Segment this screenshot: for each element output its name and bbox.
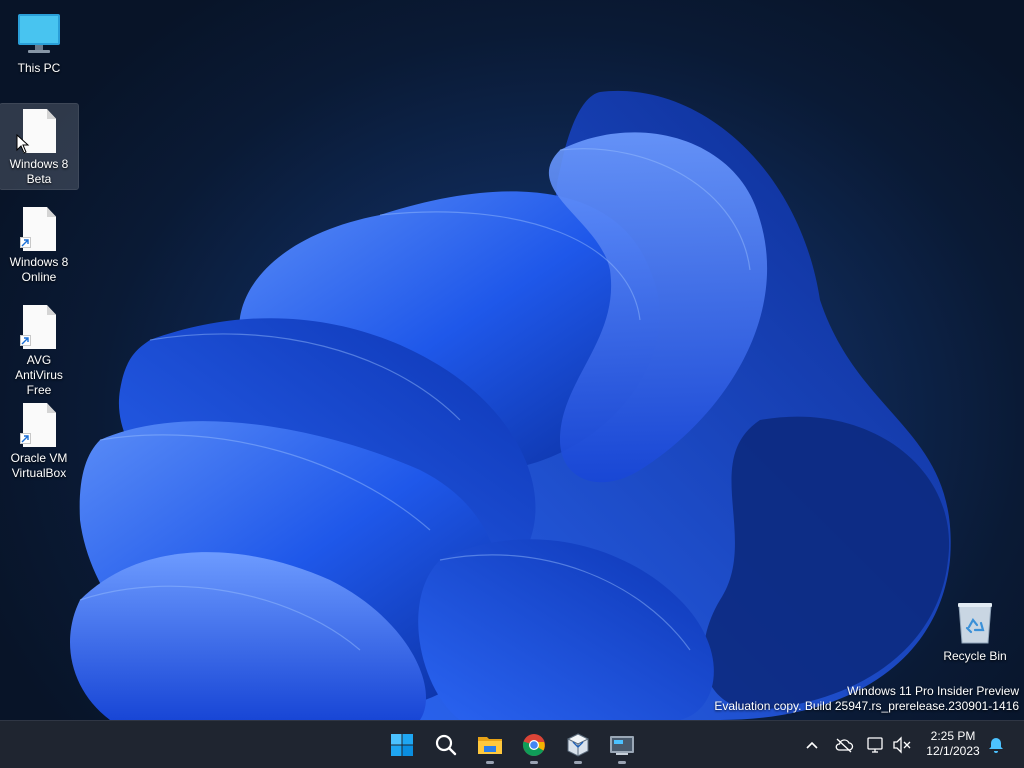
start-button[interactable] (382, 725, 422, 765)
mouse-cursor-icon (16, 134, 30, 154)
watermark-line-1: Windows 11 Pro Insider Preview (847, 684, 1019, 698)
document-shortcut-icon (15, 401, 63, 449)
recycle-bin-icon (951, 599, 999, 647)
desktop-icon-this-pc[interactable]: This PC (0, 8, 78, 78)
desktop-icon-avg-antivirus[interactable]: AVG AntiVirus Free (0, 300, 78, 400)
file-explorer-button[interactable] (470, 725, 510, 765)
chrome-button[interactable] (514, 725, 554, 765)
desktop-icon-label: Windows 8 Beta (9, 157, 69, 186)
notification-bell-icon (989, 738, 1003, 753)
desktop-icon-windows-8-online[interactable]: Windows 8 Online (0, 202, 78, 287)
desktop-icon-label: This PC (17, 61, 61, 75)
chevron-up-icon (806, 741, 818, 749)
desktop-icon-label: Windows 8 Online (9, 255, 69, 284)
desktop-icon-recycle-bin[interactable]: Recycle Bin (936, 596, 1014, 666)
running-indicator (530, 761, 538, 764)
windows-start-icon (391, 734, 413, 756)
chrome-icon (522, 734, 545, 756)
remote-desktop-icon (610, 736, 634, 755)
clock-button[interactable]: 2:25 PM 12/1/2023 (918, 729, 988, 759)
clock-time: 2:25 PM (930, 729, 976, 743)
document-shortcut-icon (15, 205, 63, 253)
network-button[interactable] (864, 733, 888, 757)
folder-icon (478, 737, 502, 754)
search-icon (435, 734, 457, 756)
evaluation-watermark: Windows 11 Pro Insider Preview Evaluatio… (714, 684, 1019, 714)
document-shortcut-icon (15, 303, 63, 351)
volume-muted-icon (893, 736, 911, 754)
desktop-icon-label: Recycle Bin (943, 649, 1007, 663)
watermark-line-2: Evaluation copy. Build 25947.rs_prerelea… (714, 699, 1019, 713)
show-hidden-icons-button[interactable] (800, 733, 824, 757)
desktop[interactable]: This PC Windows 8 Beta Windows 8 Online … (0, 0, 1024, 720)
notifications-button[interactable] (984, 733, 1008, 757)
remote-desktop-button[interactable] (602, 725, 642, 765)
virtualbox-button[interactable] (558, 725, 598, 765)
clock-date: 12/1/2023 (926, 744, 980, 758)
cloud-offline-icon (835, 738, 854, 753)
desktop-icon-label: AVG AntiVirus Free (15, 353, 63, 397)
network-icon (867, 737, 883, 753)
monitor-icon (15, 11, 63, 59)
running-indicator (618, 761, 626, 764)
bloom-wallpaper (70, 90, 951, 720)
onedrive-status-button[interactable] (832, 733, 856, 757)
desktop-icon-label: Oracle VM VirtualBox (10, 451, 68, 480)
shortcut-arrow-icon (20, 237, 31, 248)
search-button[interactable] (426, 725, 466, 765)
desktop-icon-windows-8-beta[interactable]: Windows 8 Beta (0, 103, 79, 190)
running-indicator (486, 761, 494, 764)
shortcut-arrow-icon (20, 335, 31, 346)
virtualbox-icon (566, 733, 590, 757)
volume-button[interactable] (890, 733, 914, 757)
running-indicator (574, 761, 582, 764)
shortcut-arrow-icon (20, 433, 31, 444)
taskbar: 2:25 PM 12/1/2023 (0, 720, 1024, 768)
desktop-icon-oracle-vm-virtualbox[interactable]: Oracle VM VirtualBox (0, 398, 78, 483)
